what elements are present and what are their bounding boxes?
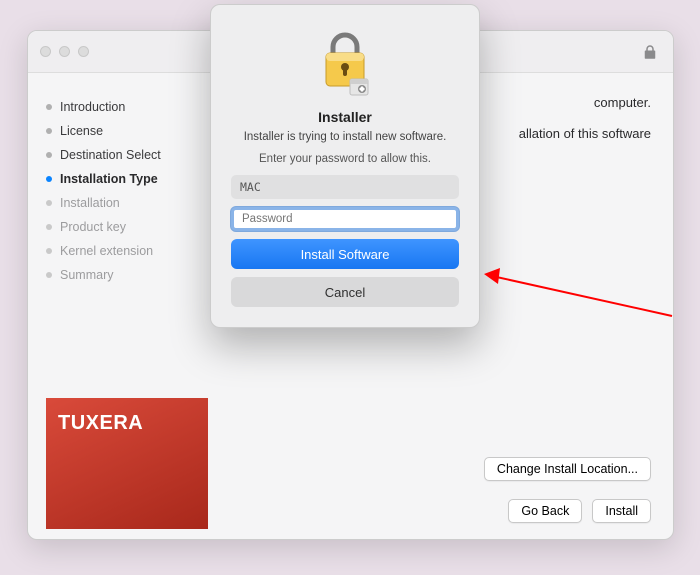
- lock-icon[interactable]: [641, 43, 659, 61]
- step-destination-select: Destination Select: [46, 143, 190, 167]
- modal-title: Installer: [231, 109, 459, 125]
- step-installation: Installation: [46, 191, 190, 215]
- password-field[interactable]: [231, 207, 459, 231]
- step-label: Installation Type: [60, 172, 158, 186]
- sidebar: Introduction License Destination Select …: [28, 73, 200, 539]
- step-label: Kernel extension: [60, 244, 153, 258]
- modal-subtext: Enter your password to allow this.: [231, 153, 459, 165]
- minimize-traffic-light[interactable]: [59, 46, 70, 57]
- step-label: Installation: [60, 196, 120, 210]
- step-label: Summary: [60, 268, 113, 282]
- install-software-button[interactable]: Install Software: [231, 239, 459, 269]
- go-back-button[interactable]: Go Back: [508, 499, 582, 523]
- modal-description: Installer is trying to install new softw…: [231, 131, 459, 143]
- traffic-lights: [40, 46, 89, 57]
- close-traffic-light[interactable]: [40, 46, 51, 57]
- username-field[interactable]: [231, 175, 459, 199]
- step-product-key: Product key: [46, 215, 190, 239]
- auth-modal: Installer Installer is trying to install…: [210, 4, 480, 328]
- install-steps: Introduction License Destination Select …: [46, 95, 190, 388]
- install-button[interactable]: Install: [592, 499, 651, 523]
- step-summary: Summary: [46, 263, 190, 287]
- step-installation-type: Installation Type: [46, 167, 190, 191]
- cancel-button[interactable]: Cancel: [231, 277, 459, 307]
- step-kernel-extension: Kernel extension: [46, 239, 190, 263]
- step-label: License: [60, 124, 103, 138]
- step-introduction: Introduction: [46, 95, 190, 119]
- step-label: Product key: [60, 220, 126, 234]
- step-label: Introduction: [60, 100, 125, 114]
- step-license: License: [46, 119, 190, 143]
- padlock-installer-icon: [317, 29, 373, 99]
- brand-logo: TUXERA: [46, 398, 208, 529]
- zoom-traffic-light[interactable]: [78, 46, 89, 57]
- change-install-location-button[interactable]: Change Install Location...: [484, 457, 651, 481]
- step-label: Destination Select: [60, 148, 161, 162]
- brand-name: TUXERA: [58, 412, 143, 435]
